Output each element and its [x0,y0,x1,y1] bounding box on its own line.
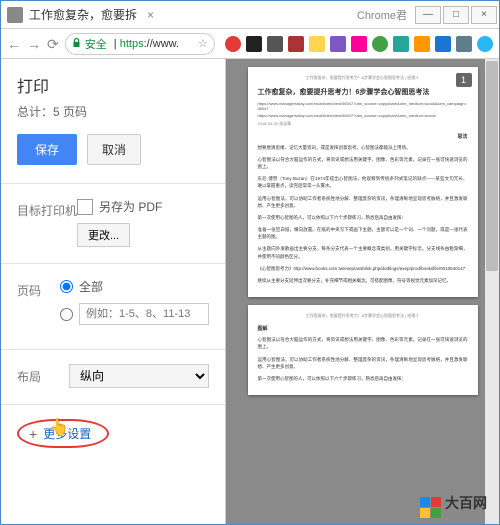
address-bar[interactable]: 安全 | https ://www. ☆ [65,33,215,55]
more-settings-link[interactable]: + 更多设置 [17,419,109,448]
ext-icon[interactable] [477,36,493,52]
ext-icon[interactable] [435,36,451,52]
tab-close-icon[interactable]: × [147,8,154,22]
print-preview: 1 工作愈复杂，愈要提升思考力！6步骤学会心智图思考法 | 经理人 工作愈复杂，… [226,59,499,524]
layout-select[interactable]: 纵向 [69,364,209,388]
section-label: 图解 [258,325,468,332]
ext-icon[interactable] [372,36,388,52]
scroll-thumb[interactable] [486,61,498,271]
paragraph: 第一次使用心智图的人，可以依照以下六个步骤练习，熟悉后再自由发挥： [258,214,468,221]
paragraph: 准备一张空白纸，横向放置。在纸的中央写下或画下主题，主题可以是一个词、一个问题，… [258,226,468,240]
divider [1,183,225,184]
article-url: https://www.managertoday.com.tw/articles… [258,113,468,118]
preview-page-2: 工作愈复杂，愈要提升思考力！6步骤学会心智图思考法 | 经理人 图解 心智图法以… [248,305,478,395]
minimize-button[interactable]: ― [415,6,441,24]
chrome-label: Chrome君 [357,7,407,23]
watermark-cn: 大百网 [445,496,487,510]
page-header: 工作愈复杂，愈要提升思考力！6步骤学会心智图思考法 | 经理人 [258,75,468,81]
content: 打印 总计：5 页码 保存 取消 目标打印机 另存为 PDF 更改... 页码 … [1,59,499,524]
more-settings-label: 更多设置 [43,425,91,442]
divider [1,404,225,405]
page-number-badge: 1 [456,73,472,87]
tab-favicon [7,7,23,23]
extensions [225,36,493,52]
paragraph: 从主题向外发散画出主要分支，每条分支代表一个主要概念或类别，用关键字标示。分支线… [258,245,468,259]
pages-all-input[interactable] [60,280,73,293]
print-title: 打印 [17,73,209,97]
article-url: https://www.managertoday.com.tw/articles… [258,101,468,111]
pdf-icon [77,199,93,215]
reload-button[interactable]: ⟳ [47,34,59,54]
tab-title[interactable]: 工作愈复杂，愈要拆 [29,6,139,23]
destination-value: 另存为 PDF [99,198,162,215]
close-window-button[interactable]: × [471,6,497,24]
forward-button[interactable]: → [27,34,41,54]
paragraph: 运用心智图法，可以协助工作者系统性地分解、整理庞杂的资讯，条理清晰地呈现思考脉络… [258,195,468,209]
ext-icon[interactable] [414,36,430,52]
paragraph: 想要厘清思绪、记忆大量资讯，或是发挥创意思考，心智图法都能派上用场。 [258,144,468,151]
ext-icon[interactable] [288,36,304,52]
pages-all-label: 全部 [79,278,103,295]
paragraph: 《心智图思考力》http://www.books.com.tw/exep/ass… [258,265,468,272]
back-button[interactable]: ← [7,34,21,54]
cancel-button[interactable]: 取消 [87,134,141,165]
print-total: 总计：5 页码 [17,103,209,120]
ext-icon[interactable] [267,36,283,52]
preview-page-1: 1 工作愈复杂，愈要提升思考力！6步骤学会心智图思考法 | 经理人 工作愈复杂，… [248,67,478,297]
plus-icon: + [29,426,37,442]
destination-label: 目标打印机 [17,198,77,219]
paragraph: 第一次使用心智图的人，可以依照以下六个步骤练习，熟悉后再自由发挥： [258,375,468,382]
section-label: 思法 [258,133,468,140]
secure-label: 安全 [85,36,107,52]
pages-range-radio[interactable] [60,303,209,325]
pages-range-field[interactable] [79,303,209,325]
paragraph: 心智图法以符合大脑运作的方式，将资讯或想法用关键字、图像、色彩等元素，记录在一张… [258,336,468,350]
pages-all-radio[interactable]: 全部 [60,278,209,295]
ext-icon[interactable] [246,36,262,52]
url-rest: ://www. [144,38,179,50]
paragraph: 心智图法以符合大脑运作的方式，将资讯或想法用关键字、图像、色彩等元素，记录在一张… [258,156,468,170]
watermark-en: big100.net [445,510,487,518]
article-title: 工作愈复杂，愈要提升思考力！6步骤学会心智图思考法 [258,87,468,97]
toolbar: ← → ⟳ 安全 | https ://www. ☆ ⋮ [1,29,499,59]
scrollbar[interactable] [485,59,499,524]
page-header: 工作愈复杂，愈要提升思考力！6步骤学会心智图思考法 | 经理人 [258,313,468,319]
url-scheme: https [120,38,144,50]
change-destination-button[interactable]: 更改... [77,223,130,247]
ext-icon[interactable] [351,36,367,52]
watermark-logo-icon [420,497,441,518]
bookmark-star-icon[interactable]: ☆ [198,37,208,50]
watermark: 大百网 big100.net [420,496,487,518]
divider [1,263,225,264]
pages-label: 页码 [17,278,60,299]
browser-window: 工作愈复杂，愈要拆 × Chrome君 ― □ × ← → ⟳ 安全 | htt… [0,0,500,525]
titlebar: 工作愈复杂，愈要拆 × Chrome君 ― □ × [1,1,499,29]
maximize-button[interactable]: □ [443,6,469,24]
ext-icon[interactable] [309,36,325,52]
ext-icon[interactable] [456,36,472,52]
ext-icon[interactable] [225,36,241,52]
save-button[interactable]: 保存 [17,134,77,165]
lock-icon [72,38,81,50]
paragraph: 东尼·博赞（Tony Buzan）在1974年提出心智图法，他观察到传统条列式笔… [258,175,468,189]
pages-range-input[interactable] [60,308,73,321]
ext-icon[interactable] [393,36,409,52]
divider [1,349,225,350]
article-date: 2018-04-30 孫治華 [258,121,468,127]
print-sidebar: 打印 总计：5 页码 保存 取消 目标打印机 另存为 PDF 更改... 页码 … [1,59,226,524]
layout-label: 布局 [17,364,69,385]
paragraph: 运用心智图法，可以协助工作者系统性地分解、整理庞杂的资讯，条理清晰地呈现思考脉络… [258,356,468,370]
paragraph: 继续从主要分支延伸出次要分支，补充细节或相关概念。可搭配图像、符号等视觉元素加深… [258,277,468,284]
ext-icon[interactable] [330,36,346,52]
